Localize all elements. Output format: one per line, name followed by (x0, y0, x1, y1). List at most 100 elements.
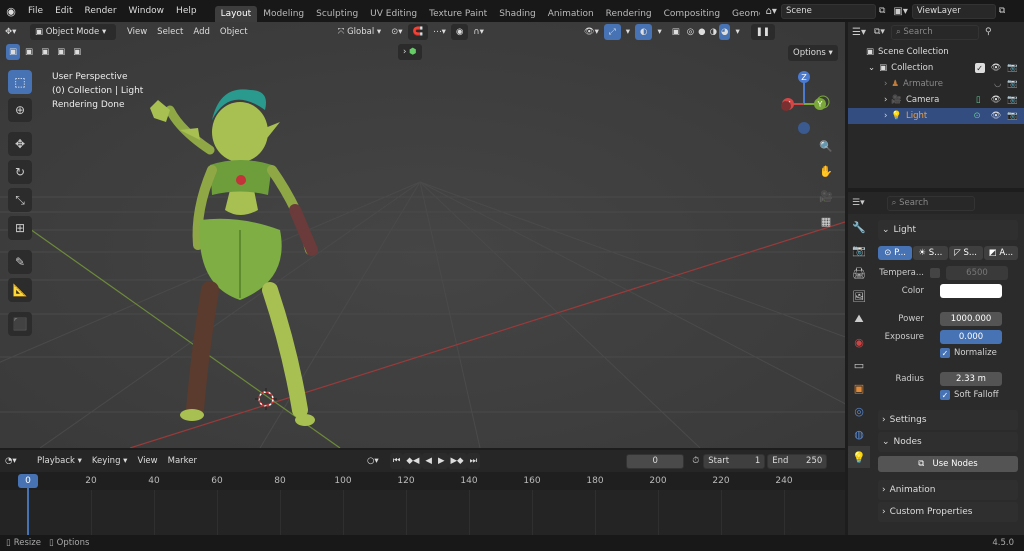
select-intersect-icon[interactable]: ▣ (70, 44, 84, 60)
character-model[interactable] (140, 70, 340, 448)
light-data-tab-icon[interactable]: 💡 (848, 446, 870, 468)
select-new-icon[interactable]: ▣ (6, 44, 21, 60)
prev-keyframe-icon[interactable]: ◆◀ (403, 453, 423, 469)
tab-layout[interactable]: Layout (214, 6, 258, 22)
timeline-editor-type-icon[interactable]: ◔▾ (0, 453, 28, 469)
snap-target-icon[interactable]: ⋯▾ (428, 24, 451, 40)
rendered-shading-icon[interactable]: ◕ (719, 24, 731, 40)
temperature-field[interactable]: 6500 (946, 266, 1008, 280)
color-swatch[interactable] (940, 284, 1002, 298)
end-frame-field[interactable]: End 250 (767, 453, 828, 469)
select-invert-icon[interactable]: ▣ (54, 44, 68, 60)
zoom-icon[interactable]: 🔍 (816, 136, 836, 156)
select-box-tool-icon[interactable]: ⬚ (8, 70, 32, 94)
frame-ruler[interactable]: 20 40 60 80 100 120 140 160 180 200 220 240 (0, 472, 845, 490)
annotate-tool-icon[interactable]: ✎ (8, 250, 32, 274)
menu-select[interactable]: Select (152, 24, 188, 40)
radius-field[interactable]: 2.33 m (940, 372, 1002, 386)
shading-dropdown-icon[interactable]: ▾ (730, 24, 744, 40)
render-tab-icon[interactable]: 📷 (848, 239, 870, 261)
navigation-gizmo[interactable]: Z Y X (772, 68, 836, 138)
camera-render-icon[interactable]: 📷 (1007, 95, 1018, 105)
options-button[interactable]: Options ▾ (788, 45, 838, 61)
light-visibility-icon[interactable]: 👁 (991, 111, 1002, 121)
exposure-field[interactable]: 0.000 (940, 330, 1002, 344)
light-type-spot[interactable]: ◸ S... (948, 246, 983, 260)
tab-rendering[interactable]: Rendering (600, 6, 658, 22)
cursor-tool-icon[interactable]: ⊕ (8, 98, 32, 122)
marker-menu[interactable]: Marker (163, 453, 202, 469)
camera-visibility-icon[interactable]: 👁 (991, 95, 1002, 105)
collection-row[interactable]: ⌄ ▣ Collection ✓ 👁 📷 (848, 60, 1024, 76)
outliner-item-armature[interactable]: › ♟ Armature ◡ 📷 (848, 76, 1024, 92)
keying-menu[interactable]: Keying ▾ (87, 453, 133, 469)
timeline-view-menu[interactable]: View (132, 453, 162, 469)
view-layer-icon[interactable]: ▣▾ (893, 6, 907, 17)
object-mode-dropdown[interactable]: ▣ Object Mode ▾ (30, 24, 116, 40)
playhead-frame-label[interactable]: 0 (18, 474, 38, 488)
menu-help[interactable]: Help (170, 6, 203, 16)
move-tool-icon[interactable]: ✥ (8, 132, 32, 156)
tab-texture-paint[interactable]: Texture Paint (423, 6, 493, 22)
visibility-icon[interactable]: 👁▾ (579, 24, 604, 40)
xray-icon[interactable]: ▣ (667, 24, 685, 40)
tab-animation[interactable]: Animation (542, 6, 600, 22)
scene-name-field[interactable]: Scene (780, 3, 876, 19)
material-shading-icon[interactable]: ◑ (708, 24, 719, 40)
gizmo-toggle-icon[interactable]: ⤢ (603, 24, 621, 40)
scene-tab-icon[interactable]: ⛰ (848, 308, 870, 330)
3d-cursor-icon[interactable] (255, 388, 277, 410)
copy-scene-icon[interactable]: ⧉ (879, 6, 885, 16)
outliner-filter-icon[interactable]: ⚲ (985, 27, 992, 37)
menu-file[interactable]: File (22, 6, 49, 16)
expand-collection-icon[interactable]: ⌄ (868, 63, 875, 73)
wireframe-shading-icon[interactable]: ◎ (685, 24, 696, 40)
outliner-editor-type-icon[interactable]: ☰▾ (852, 27, 866, 38)
physics-tab-icon[interactable]: ◎ (848, 400, 870, 422)
menu-window[interactable]: Window (123, 6, 171, 16)
collection-tab-icon[interactable]: ▭ (848, 354, 870, 376)
copy-view-layer-icon[interactable]: ⧉ (999, 6, 1005, 16)
perspective-grid-icon[interactable]: ▦ (816, 211, 836, 231)
view-layer-field[interactable]: ViewLayer (911, 3, 996, 19)
tab-uv-editing[interactable]: UV Editing (364, 6, 423, 22)
auto-keying-icon[interactable]: ○▾ (362, 453, 384, 469)
tab-geometry-nodes[interactable]: Geometry N (726, 6, 760, 22)
object-tab-icon[interactable]: ▣ (848, 377, 870, 399)
animation-panel-header[interactable]: › Animation (878, 480, 1018, 500)
tab-shading[interactable]: Shading (493, 6, 542, 22)
soft-falloff-checkbox[interactable]: ✓ (940, 390, 950, 400)
transform-tool-icon[interactable]: ⊞ (8, 216, 32, 240)
properties-search-field[interactable]: ⌕ Search (886, 195, 975, 211)
play-icon[interactable]: ▶ (434, 453, 448, 469)
proportional-edit-icon[interactable]: ◉ (450, 24, 469, 40)
add-cube-tool-icon[interactable]: ⬛ (8, 312, 32, 336)
jump-end-icon[interactable]: ⏭ (466, 453, 481, 469)
normalize-checkbox[interactable]: ✓ (940, 348, 950, 358)
collection-include-checkbox[interactable]: ✓ (974, 63, 985, 73)
light-panel-header[interactable]: ⌄ Light (878, 220, 1018, 240)
current-frame-field[interactable]: 0 (626, 453, 685, 469)
blender-logo-icon[interactable]: ◉ (0, 5, 22, 18)
filter-icon[interactable]: ⧉▾ (874, 27, 885, 37)
overlay-toggle-icon[interactable]: ◐ (635, 24, 653, 40)
overlay-dropdown-icon[interactable]: ▾ (652, 24, 666, 40)
expand-armature-icon[interactable]: › (884, 79, 887, 89)
rotate-tool-icon[interactable]: ↻ (8, 160, 32, 184)
temperature-checkbox[interactable] (930, 268, 940, 278)
pivot-icon[interactable]: ⊙▾ (386, 24, 407, 40)
scene-selector-icon[interactable]: ⌂▾ (766, 6, 777, 17)
tab-compositing[interactable]: Compositing (658, 6, 726, 22)
outliner-search-field[interactable]: ⌕ Search (890, 24, 979, 40)
world-tab-icon[interactable]: ◉ (848, 331, 870, 353)
constraints-tab-icon[interactable]: ◍ (848, 423, 870, 445)
menu-edit[interactable]: Edit (49, 6, 78, 16)
outliner-item-light[interactable]: › 💡 Light ⊙ 👁 📷 (848, 108, 1024, 124)
collection-render-icon[interactable]: 📷 (1007, 63, 1018, 73)
solid-shading-icon[interactable]: ● (696, 24, 707, 40)
armature-visibility-icon[interactable]: ◡ (994, 79, 1001, 89)
custom-properties-panel-header[interactable]: › Custom Properties (878, 502, 1018, 522)
gizmo-dropdown-icon[interactable]: ▾ (621, 24, 635, 40)
menu-view[interactable]: View (122, 24, 152, 40)
select-extend-icon[interactable]: ▣ (22, 44, 36, 60)
